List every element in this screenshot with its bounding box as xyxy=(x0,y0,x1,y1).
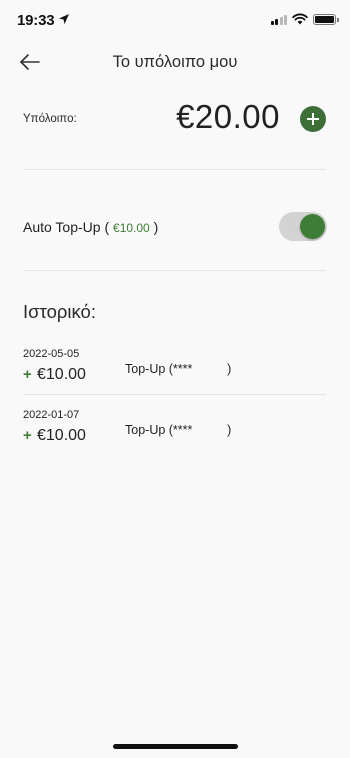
location-arrow-icon xyxy=(59,14,69,24)
balance-value: €20.00 xyxy=(176,98,280,135)
auto-topup-title: Auto Top-Up xyxy=(23,219,101,235)
divider xyxy=(23,394,326,395)
auto-topup-amount: €10.00 xyxy=(113,221,150,235)
auto-topup-open-paren: ( xyxy=(104,219,110,235)
transaction-row: 2022-01-07 + €10.00 Top-Up (**** ) xyxy=(0,409,350,461)
home-indicator[interactable] xyxy=(113,744,238,749)
auto-topup-label: Auto Top-Up ( €10.00 ) xyxy=(23,219,158,235)
transaction-amount: €10.00 xyxy=(37,366,86,383)
transaction-amount: €10.00 xyxy=(37,427,86,444)
transaction-date: 2022-05-05 xyxy=(23,348,80,360)
cellular-signal-icon xyxy=(270,14,287,25)
nav-bar: Το υπόλοιπο μου xyxy=(0,44,350,84)
history-title: Ιστορικό: xyxy=(23,301,96,322)
transaction-row: 2022-05-05 + €10.00 Top-Up (**** ) xyxy=(0,348,350,400)
auto-topup-toggle[interactable] xyxy=(279,212,327,241)
wifi-icon xyxy=(292,13,308,25)
divider xyxy=(23,169,326,170)
status-bar: 19:33 xyxy=(0,0,350,44)
balance-row: Υπόλοιπο: €20.00 xyxy=(0,92,350,148)
balance-label: Υπόλοιπο: xyxy=(23,113,77,125)
transaction-sign: + xyxy=(23,427,32,444)
transaction-description: Top-Up (**** ) xyxy=(125,423,232,437)
transaction-description: Top-Up (**** ) xyxy=(125,362,232,376)
page-title: Το υπόλοιπο μου xyxy=(112,53,238,71)
toggle-knob xyxy=(300,214,325,239)
auto-topup-close-paren: ) xyxy=(153,219,159,235)
auto-topup-row: Auto Top-Up ( €10.00 ) xyxy=(0,206,350,246)
add-funds-button[interactable] xyxy=(300,106,326,132)
status-time: 19:33 xyxy=(17,12,55,29)
battery-icon xyxy=(313,13,339,25)
transaction-sign: + xyxy=(23,366,32,383)
divider xyxy=(23,270,326,271)
transaction-date: 2022-01-07 xyxy=(23,409,80,421)
